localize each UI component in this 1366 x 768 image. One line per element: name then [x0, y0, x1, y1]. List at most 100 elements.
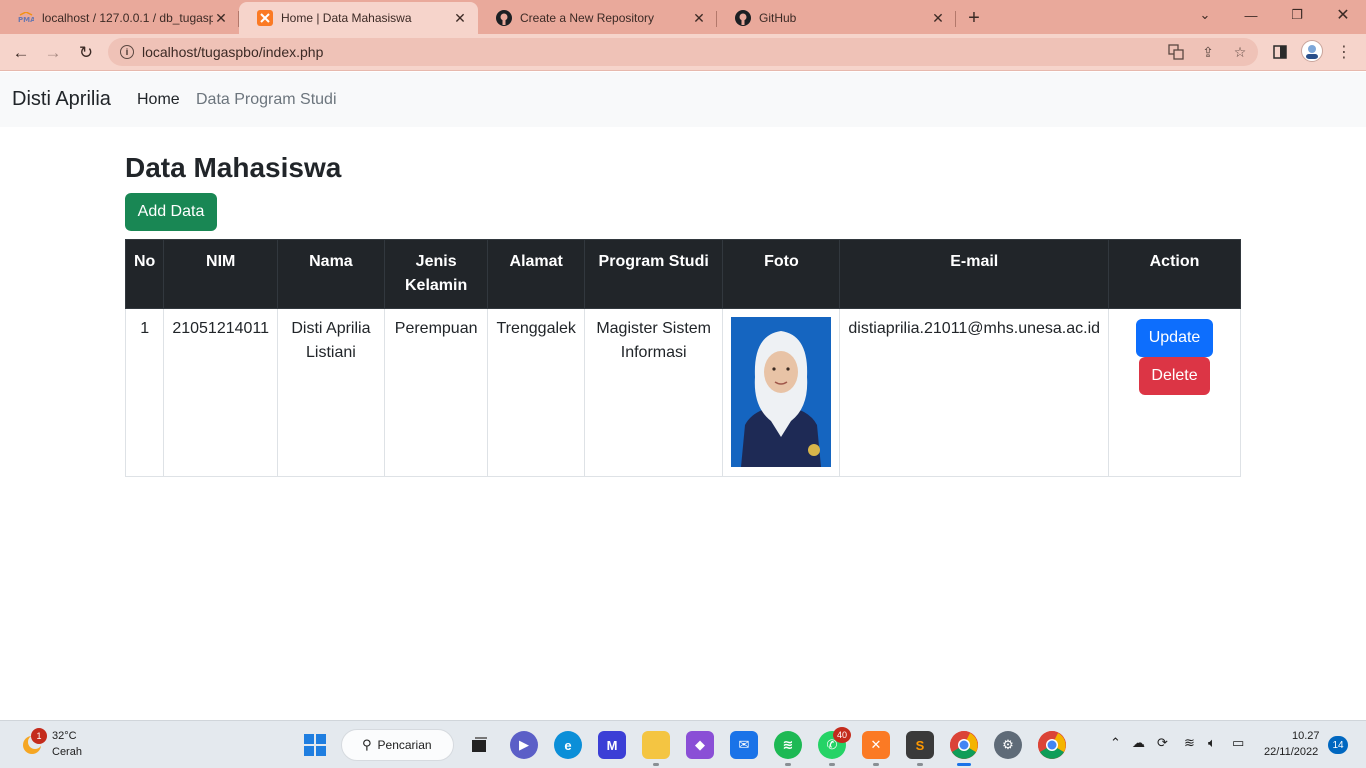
chevron-up-icon[interactable]: ⌃	[1110, 735, 1121, 751]
search-icon: ⚲	[362, 737, 372, 752]
nav-link-data-program-studi[interactable]: Data Program Studi	[196, 91, 337, 109]
xampp-icon	[257, 10, 273, 26]
chrome-icon[interactable]	[950, 731, 978, 759]
running-indicator	[873, 763, 879, 766]
mahasiswa-table: No NIM Nama Jenis Kelamin Alamat Program…	[124, 239, 1241, 477]
browser-tabstrip: PMA localhost / 127.0.0.1 / db_tugaspbo …	[0, 0, 1366, 34]
task-view-icon[interactable]	[465, 731, 493, 759]
edge-icon[interactable]: e	[554, 731, 582, 759]
volume-icon[interactable]: 🔈︎	[1208, 735, 1216, 751]
table-header-row: No NIM Nama Jenis Kelamin Alamat Program…	[124, 239, 1241, 309]
cell-action: Update Delete	[1108, 308, 1241, 477]
side-panel-icon[interactable]	[1270, 42, 1290, 62]
onedrive-icon[interactable]: ☁	[1132, 735, 1145, 751]
start-icon[interactable]	[301, 731, 329, 759]
mail-icon[interactable]: ✉	[730, 731, 758, 759]
restore-icon[interactable]: ❐	[1282, 0, 1312, 30]
close-tab-icon[interactable]: ✕	[930, 10, 946, 27]
table-row: 1 21051214011 Disti Aprilia Listiani Per…	[124, 308, 1241, 477]
sync-icon[interactable]: ⟳	[1157, 735, 1168, 751]
address-bar[interactable]: i localhost/tugaspbo/index.php	[108, 38, 1258, 66]
share-icon[interactable]: ⇪	[1198, 42, 1218, 62]
cell-email: distiaprilia.21011@mhs.unesa.ac.id	[839, 308, 1110, 477]
xampp-icon[interactable]: ✕	[862, 731, 890, 759]
delete-button[interactable]: Delete	[1139, 357, 1211, 395]
bookmark-star-icon[interactable]: ☆	[1230, 42, 1250, 62]
visual-studio-icon[interactable]: ◆	[686, 731, 714, 759]
tab-phpmyadmin[interactable]: PMA localhost / 127.0.0.1 / db_tugaspbo …	[0, 2, 239, 34]
notification-badge[interactable]: 14	[1328, 736, 1348, 754]
settings-gear-icon[interactable]: ⚙	[994, 731, 1022, 759]
column-header-nama: Nama	[277, 239, 385, 309]
column-header-nim: NIM	[163, 239, 279, 309]
translate-icon[interactable]	[1166, 42, 1186, 62]
taskbar: 1 32°C Cerah ⚲ Pencarian ▶ e M ◆ ✉ ≋ ✆ 4…	[0, 720, 1366, 768]
running-indicator	[653, 763, 659, 766]
cell-nim: 21051214011	[163, 308, 279, 477]
column-header-action: Action	[1108, 239, 1241, 309]
tab-create-repository[interactable]: Create a New Repository ✕	[478, 2, 717, 34]
column-header-alamat: Alamat	[487, 239, 585, 309]
back-icon[interactable]: ←	[8, 40, 34, 66]
forward-icon[interactable]: →	[40, 40, 66, 66]
battery-icon[interactable]: ▭	[1232, 735, 1244, 751]
cell-no: 1	[124, 308, 165, 477]
tab-data-mahasiswa[interactable]: Home | Data Mahasiswa ✕	[239, 2, 478, 34]
phpmyadmin-icon: PMA	[18, 10, 34, 26]
tab-separator	[955, 11, 956, 27]
tab-title: Create a New Repository	[520, 11, 655, 25]
column-header-jenis-kelamin: Jenis Kelamin	[383, 239, 489, 309]
taskbar-search[interactable]: ⚲ Pencarian	[341, 729, 454, 761]
tab-title: GitHub	[759, 11, 797, 25]
cell-jenis-kelamin: Perempuan	[383, 308, 489, 477]
column-header-foto: Foto	[722, 239, 841, 309]
add-data-button[interactable]: Add Data	[125, 193, 217, 231]
chrome-profile-icon[interactable]	[1038, 731, 1066, 759]
weather-badge: 1	[31, 728, 47, 744]
nav-link-home[interactable]: Home	[137, 91, 180, 109]
column-header-no: No	[124, 239, 165, 309]
menu-kebab-icon[interactable]: ⋮	[1334, 42, 1354, 62]
github-icon	[496, 10, 512, 26]
github-icon	[735, 10, 751, 26]
close-tab-icon[interactable]: ✕	[452, 10, 468, 27]
browser-toolbar: ← → ↻ i localhost/tugaspbo/index.php ⇪ ☆…	[0, 34, 1366, 71]
clock-time[interactable]: 10.27	[1292, 730, 1320, 742]
cell-program-studi: Magister Sistem Informasi	[583, 308, 724, 477]
sublime-text-icon[interactable]: S	[906, 731, 934, 759]
active-indicator	[957, 763, 971, 766]
reload-icon[interactable]: ↻	[73, 40, 99, 66]
vscode-alt-icon[interactable]: M	[598, 731, 626, 759]
navbar-brand[interactable]: Disti Aprilia	[12, 88, 111, 111]
site-navbar: Disti Aprilia Home Data Program Studi	[0, 72, 1366, 127]
tab-title: localhost / 127.0.0.1 / db_tugaspbo	[42, 11, 213, 25]
tab-github[interactable]: GitHub ✕	[717, 2, 956, 34]
student-photo	[731, 317, 832, 467]
site-info-icon[interactable]: i	[120, 45, 134, 59]
spotify-icon[interactable]: ≋	[774, 731, 802, 759]
cell-nama: Disti Aprilia Listiani	[277, 308, 385, 477]
running-indicator	[829, 763, 835, 766]
minimize-icon[interactable]: —	[1236, 0, 1266, 30]
search-label: Pencarian	[377, 738, 432, 752]
column-header-program-studi: Program Studi	[583, 239, 724, 309]
running-indicator	[917, 763, 923, 766]
whatsapp-badge: 40	[833, 727, 851, 743]
file-explorer-icon[interactable]	[642, 731, 670, 759]
tab-search-icon[interactable]: ⌄	[1190, 0, 1220, 30]
update-button[interactable]: Update	[1136, 319, 1214, 357]
chat-icon[interactable]: ▶	[510, 731, 538, 759]
weather-desc: Cerah	[52, 746, 82, 758]
running-indicator	[785, 763, 791, 766]
clock-date[interactable]: 22/11/2022	[1264, 746, 1318, 758]
close-tab-icon[interactable]: ✕	[213, 10, 229, 27]
cell-foto	[722, 308, 841, 477]
profile-avatar-icon[interactable]	[1301, 40, 1323, 62]
page-title: Data Mahasiswa	[125, 152, 342, 183]
wifi-icon[interactable]: ≋	[1184, 735, 1195, 751]
tab-title: Home | Data Mahasiswa	[281, 11, 412, 25]
close-tab-icon[interactable]: ✕	[691, 10, 707, 27]
new-tab-button[interactable]: +	[956, 2, 992, 34]
weather-widget[interactable]: 1	[20, 728, 47, 757]
close-window-icon[interactable]: ✕	[1328, 0, 1358, 30]
